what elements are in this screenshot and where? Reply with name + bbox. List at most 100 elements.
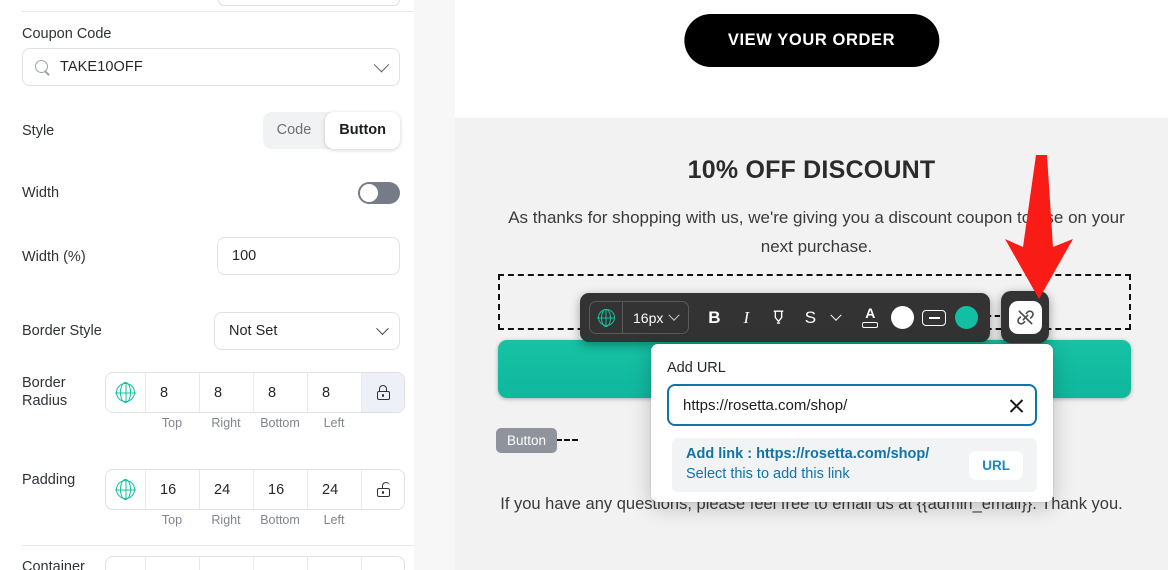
partial-field-above[interactable] xyxy=(218,0,400,6)
background-color-icon xyxy=(922,309,947,326)
selected-block-badge: Button xyxy=(496,428,558,453)
chevron-down-icon xyxy=(376,321,389,335)
italic-button[interactable]: I xyxy=(731,301,761,335)
side-label-right: Right xyxy=(211,513,241,527)
strikethrough-button[interactable]: S xyxy=(795,301,825,335)
text-color-button[interactable]: A xyxy=(855,301,885,335)
padding-bottom-input[interactable]: 16 xyxy=(254,470,308,509)
chevron-down-icon xyxy=(373,56,390,72)
view-your-order-button[interactable]: VIEW YOUR ORDER xyxy=(683,14,940,67)
globe-icon xyxy=(116,382,135,403)
container-responsive-toggle[interactable] xyxy=(106,557,146,570)
close-icon[interactable] xyxy=(1008,397,1025,414)
border-radius-lock-button[interactable] xyxy=(362,373,404,412)
sidebar-divider-top xyxy=(22,11,414,12)
link-button-surface xyxy=(1008,300,1042,334)
border-style-label: Border Style xyxy=(22,323,102,339)
container-inputs xyxy=(105,556,405,570)
url-suggestion-texts: Add link : https://rosetta.com/shop/ Sel… xyxy=(686,445,969,484)
coupon-code-select[interactable]: TAKE10OFF xyxy=(22,48,400,86)
canvas-gutter xyxy=(414,0,455,570)
strikethrough-glyph: S xyxy=(804,307,817,327)
padding-label: Padding xyxy=(22,472,76,488)
font-size-responsive-toggle[interactable] xyxy=(590,302,623,333)
side-label-top: Top xyxy=(161,513,183,527)
coupon-code-value: TAKE10OFF xyxy=(60,59,143,75)
side-label-bottom: Bottom xyxy=(260,513,300,527)
padding-responsive-toggle[interactable] xyxy=(106,470,146,509)
border-radius-label: Border Radius xyxy=(22,375,68,410)
border-radius-left-input[interactable]: 8 xyxy=(308,373,362,412)
coupon-code-label: Coupon Code xyxy=(22,26,112,42)
url-input[interactable]: https://rosetta.com/shop/ xyxy=(683,397,1008,414)
side-label-left: Left xyxy=(323,416,345,430)
padding-group: 16 24 16 24 Top Right Bottom Left xyxy=(105,469,405,527)
globe-icon xyxy=(597,308,615,327)
container-group xyxy=(105,556,405,570)
url-input-wrapper[interactable]: https://rosetta.com/shop/ xyxy=(667,384,1037,426)
badge-connector xyxy=(556,439,578,441)
border-style-value: Not Set xyxy=(229,323,278,339)
border-radius-right-input[interactable]: 8 xyxy=(200,373,254,412)
bold-button[interactable]: B xyxy=(699,301,729,335)
lock-closed-icon xyxy=(376,385,390,400)
email-top-section: VIEW YOUR ORDER xyxy=(455,0,1168,118)
container-bottom-input[interactable] xyxy=(254,557,308,570)
url-type-badge: URL xyxy=(969,450,1023,480)
highlighter-icon[interactable] xyxy=(763,301,793,335)
width-label: Width xyxy=(22,185,60,201)
chevron-down-icon xyxy=(668,309,681,321)
add-url-popup: Add URL https://rosetta.com/shop/ Add li… xyxy=(651,344,1053,502)
background-color-button[interactable] xyxy=(919,301,949,335)
style-option-button[interactable]: Button xyxy=(325,112,400,149)
border-style-select[interactable]: Not Set xyxy=(214,312,400,350)
width-toggle[interactable] xyxy=(358,182,400,204)
border-radius-bottom-input[interactable]: 8 xyxy=(254,373,308,412)
container-top-input[interactable] xyxy=(146,557,200,570)
text-color-swatch[interactable] xyxy=(887,301,917,335)
search-icon xyxy=(35,59,50,75)
toggle-knob xyxy=(360,184,378,202)
font-size-value: 16px xyxy=(633,309,664,326)
container-lock-button[interactable] xyxy=(362,557,404,570)
container-label: Container xyxy=(22,559,85,570)
side-label-left: Left xyxy=(323,513,345,527)
text-format-toolbar: 16px B I S A xyxy=(580,293,991,342)
style-label: Style xyxy=(22,123,55,139)
font-size-selector[interactable]: 16px xyxy=(589,301,690,334)
side-label-right: Right xyxy=(211,416,241,430)
width-percent-label: Width (%) xyxy=(22,249,86,265)
strikethrough-dropdown[interactable] xyxy=(827,301,845,335)
side-label-top: Top xyxy=(161,416,183,430)
padding-right-input[interactable]: 24 xyxy=(200,470,254,509)
container-left-input[interactable] xyxy=(308,557,362,570)
padding-top-input[interactable]: 16 xyxy=(146,470,200,509)
sidebar-divider-bottom xyxy=(22,545,414,546)
border-radius-group: 8 8 8 8 Top Right Bottom Left xyxy=(105,372,405,430)
globe-icon xyxy=(116,479,135,500)
url-suggestion-main: Add link : https://rosetta.com/shop/ xyxy=(686,446,930,463)
width-percent-input[interactable]: 100 xyxy=(217,237,400,275)
border-radius-responsive-toggle[interactable] xyxy=(106,373,146,412)
border-radius-top-input[interactable]: 8 xyxy=(146,373,200,412)
url-suggestion-item[interactable]: Add link : https://rosetta.com/shop/ Sel… xyxy=(672,438,1037,492)
border-radius-side-labels: Top Right Bottom Left xyxy=(105,416,405,430)
padding-lock-button[interactable] xyxy=(362,470,404,509)
style-option-code[interactable]: Code xyxy=(263,112,326,149)
app-root: Coupon Code TAKE10OFF Style Code Button … xyxy=(0,0,1168,570)
text-color-icon: A xyxy=(860,305,880,329)
settings-sidebar: Coupon Code TAKE10OFF Style Code Button … xyxy=(0,0,414,570)
side-label-bottom: Bottom xyxy=(260,416,300,430)
padding-left-input[interactable]: 24 xyxy=(308,470,362,509)
padding-side-labels: Top Right Bottom Left xyxy=(105,513,405,527)
border-radius-inputs: 8 8 8 8 xyxy=(105,372,405,413)
arrow-down-icon xyxy=(1003,155,1077,305)
background-color-swatch[interactable] xyxy=(951,301,981,335)
padding-inputs: 16 24 16 24 xyxy=(105,469,405,510)
color-swatch-white xyxy=(890,306,914,329)
lock-open-icon xyxy=(376,482,391,497)
container-right-input[interactable] xyxy=(200,557,254,570)
add-url-label: Add URL xyxy=(667,360,726,376)
style-segmented-control: Code Button xyxy=(262,112,400,149)
chevron-down-icon xyxy=(830,309,843,321)
